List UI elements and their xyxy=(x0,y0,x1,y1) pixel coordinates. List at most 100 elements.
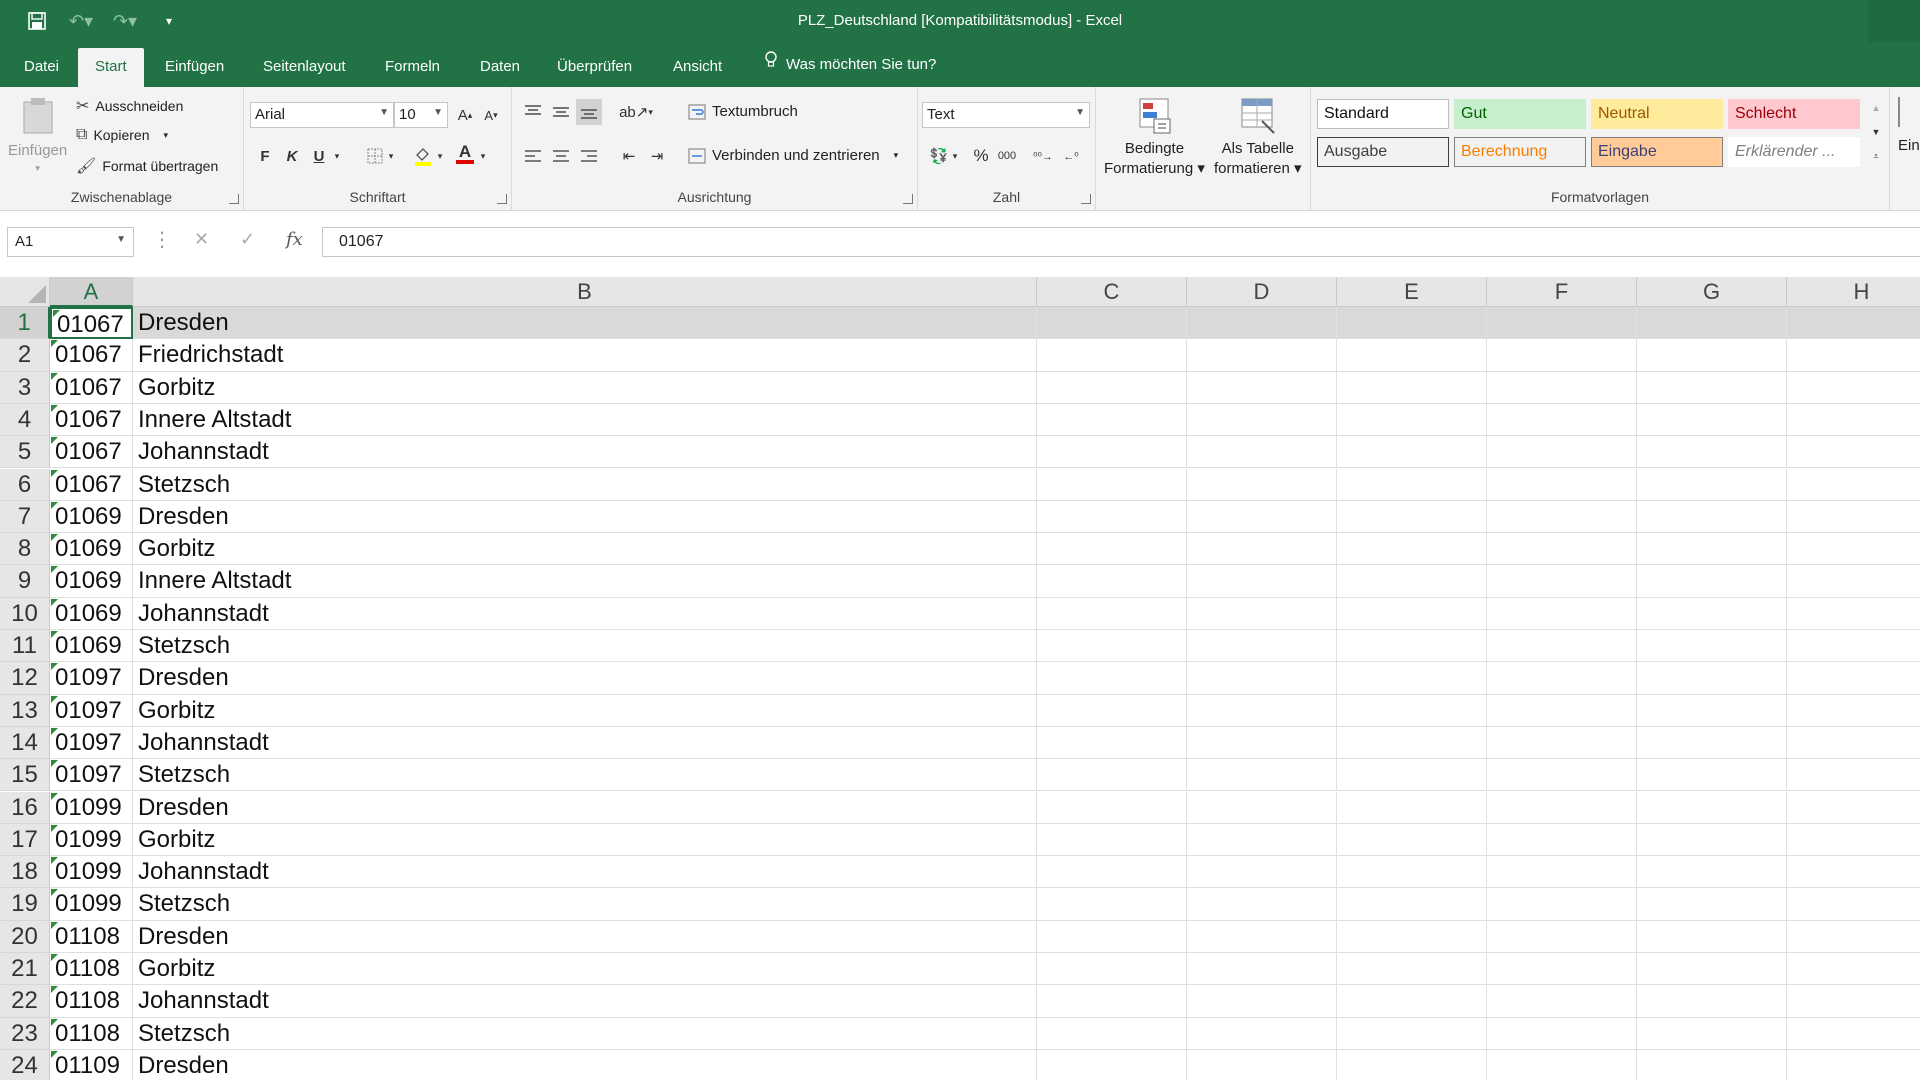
cell-empty[interactable] xyxy=(1037,436,1187,469)
cell-empty[interactable] xyxy=(1787,953,1920,986)
cell-empty[interactable] xyxy=(1337,565,1487,598)
cell-empty[interactable] xyxy=(1187,694,1337,727)
cell-empty[interactable] xyxy=(1187,533,1337,566)
cell-ort[interactable]: Dresden xyxy=(133,920,1037,953)
cell-plz[interactable]: 01108 xyxy=(50,920,133,953)
cell-empty[interactable] xyxy=(1637,436,1787,469)
cell-empty[interactable] xyxy=(1637,1017,1787,1050)
cell-empty[interactable] xyxy=(1187,1049,1337,1080)
cell-empty[interactable] xyxy=(1787,372,1920,404)
cell-empty[interactable] xyxy=(1787,888,1920,921)
cell-ort[interactable]: Dresden xyxy=(133,662,1037,695)
cell-empty[interactable] xyxy=(1187,339,1337,372)
cell-empty[interactable] xyxy=(1637,1049,1787,1080)
number-format-combo[interactable]: Text ▼ xyxy=(922,102,1090,128)
cell-empty[interactable] xyxy=(1637,662,1787,695)
row-header[interactable]: 16 xyxy=(0,791,50,824)
cell-empty[interactable] xyxy=(1037,856,1187,889)
cell-ort[interactable]: Dresden xyxy=(133,1049,1037,1080)
row-header[interactable]: 24 xyxy=(0,1049,50,1080)
cell-empty[interactable] xyxy=(1187,403,1337,437)
cell-empty[interactable] xyxy=(1637,500,1787,534)
cell-empty[interactable] xyxy=(1487,662,1637,695)
cell-ort[interactable]: Gorbitz xyxy=(133,953,1037,986)
cell-empty[interactable] xyxy=(1037,759,1187,792)
cell-empty[interactable] xyxy=(1187,1017,1337,1050)
cell-plz[interactable]: 01067 xyxy=(50,403,133,437)
cell-empty[interactable] xyxy=(1337,436,1487,469)
cell-empty[interactable] xyxy=(1487,468,1637,501)
cell-empty[interactable] xyxy=(1337,985,1487,1018)
cell-empty[interactable] xyxy=(1037,920,1187,953)
cell-empty[interactable] xyxy=(1337,662,1487,695)
tab-seitenlayout[interactable]: Seitenlayout xyxy=(259,42,350,87)
cell-empty[interactable] xyxy=(1487,371,1637,404)
style-ausgabe[interactable]: Ausgabe xyxy=(1317,137,1449,167)
tab-start[interactable]: Start xyxy=(78,48,144,87)
cell-empty[interactable] xyxy=(1787,695,1920,727)
row-header[interactable]: 15 xyxy=(0,759,50,792)
cell-empty[interactable] xyxy=(1037,533,1187,566)
style-gut[interactable]: Gut xyxy=(1454,99,1586,129)
cell-ort[interactable]: Gorbitz xyxy=(133,823,1037,857)
cell-empty[interactable] xyxy=(1637,371,1787,404)
cell-empty[interactable] xyxy=(1787,436,1920,469)
cell-empty[interactable] xyxy=(1037,662,1187,695)
cell-empty[interactable] xyxy=(1037,791,1187,824)
cell-empty[interactable] xyxy=(1337,1049,1487,1080)
row-header[interactable]: 1 xyxy=(0,307,50,340)
format-painter-button[interactable]: 🖌 Format übertragen xyxy=(76,156,218,176)
cell-plz[interactable]: 01067 xyxy=(50,371,133,404)
cell-plz[interactable]: 01097 xyxy=(50,759,133,792)
cell-empty[interactable] xyxy=(1037,726,1187,760)
cell-empty[interactable] xyxy=(1337,791,1487,824)
cell-ort[interactable]: Stetzsch xyxy=(133,759,1037,792)
column-header-b[interactable]: B xyxy=(133,277,1037,307)
cell-empty[interactable] xyxy=(1187,856,1337,889)
row-header[interactable]: 7 xyxy=(0,500,50,534)
cell-empty[interactable] xyxy=(1637,339,1787,372)
cell-empty[interactable] xyxy=(1337,823,1487,857)
cell-plz[interactable]: 01097 xyxy=(50,694,133,727)
cell-empty[interactable] xyxy=(1487,953,1637,986)
cell-empty[interactable] xyxy=(1787,533,1920,566)
cell-empty[interactable] xyxy=(1187,630,1337,663)
decrease-font-icon[interactable]: A ▾ xyxy=(478,102,504,128)
underline-dropdown-icon[interactable]: ▾ xyxy=(330,143,344,169)
formula-input[interactable]: 01067 xyxy=(322,227,1920,257)
cell-empty[interactable] xyxy=(1337,759,1487,792)
cell-ort[interactable]: Stetzsch xyxy=(133,630,1037,663)
cell-empty[interactable] xyxy=(1787,856,1920,889)
cell-empty[interactable] xyxy=(1037,468,1187,501)
cell-empty[interactable] xyxy=(1787,1050,1920,1080)
insert-function-icon[interactable]: fx xyxy=(286,229,303,250)
row-header[interactable]: 3 xyxy=(0,371,50,404)
italic-button[interactable]: K xyxy=(279,143,305,169)
cell-empty[interactable] xyxy=(1487,759,1637,792)
row-header[interactable]: 13 xyxy=(0,694,50,727)
cell-empty[interactable] xyxy=(1187,953,1337,986)
column-header-d[interactable]: D xyxy=(1187,277,1337,307)
cell-empty[interactable] xyxy=(1187,985,1337,1018)
cell-empty[interactable] xyxy=(1037,953,1187,986)
wrap-text-button[interactable]: Textumbruch xyxy=(688,103,798,120)
cell-empty[interactable] xyxy=(1337,726,1487,760)
cell-empty[interactable] xyxy=(1187,823,1337,857)
decrease-decimal-icon[interactable]: ←⁰ xyxy=(1058,143,1084,169)
cut-button[interactable]: ✂ Ausschneiden xyxy=(76,96,183,116)
cell-empty[interactable] xyxy=(1487,403,1637,437)
tab-datei[interactable]: Datei xyxy=(20,42,63,87)
row-header[interactable]: 22 xyxy=(0,985,50,1018)
increase-font-icon[interactable]: A ▴ xyxy=(452,102,478,128)
cell-empty[interactable] xyxy=(1637,920,1787,953)
cell-empty[interactable] xyxy=(1487,726,1637,760)
cell-empty[interactable] xyxy=(1787,501,1920,534)
cell-empty[interactable] xyxy=(1187,791,1337,824)
cell-empty[interactable] xyxy=(1337,694,1487,727)
cell-empty[interactable] xyxy=(1637,726,1787,760)
row-header[interactable]: 19 xyxy=(0,888,50,921)
cell-plz[interactable]: 01097 xyxy=(50,662,133,695)
align-middle-icon[interactable] xyxy=(548,99,574,125)
cell-plz[interactable]: 01069 xyxy=(50,500,133,534)
cell-ort[interactable]: Stetzsch xyxy=(133,468,1037,501)
